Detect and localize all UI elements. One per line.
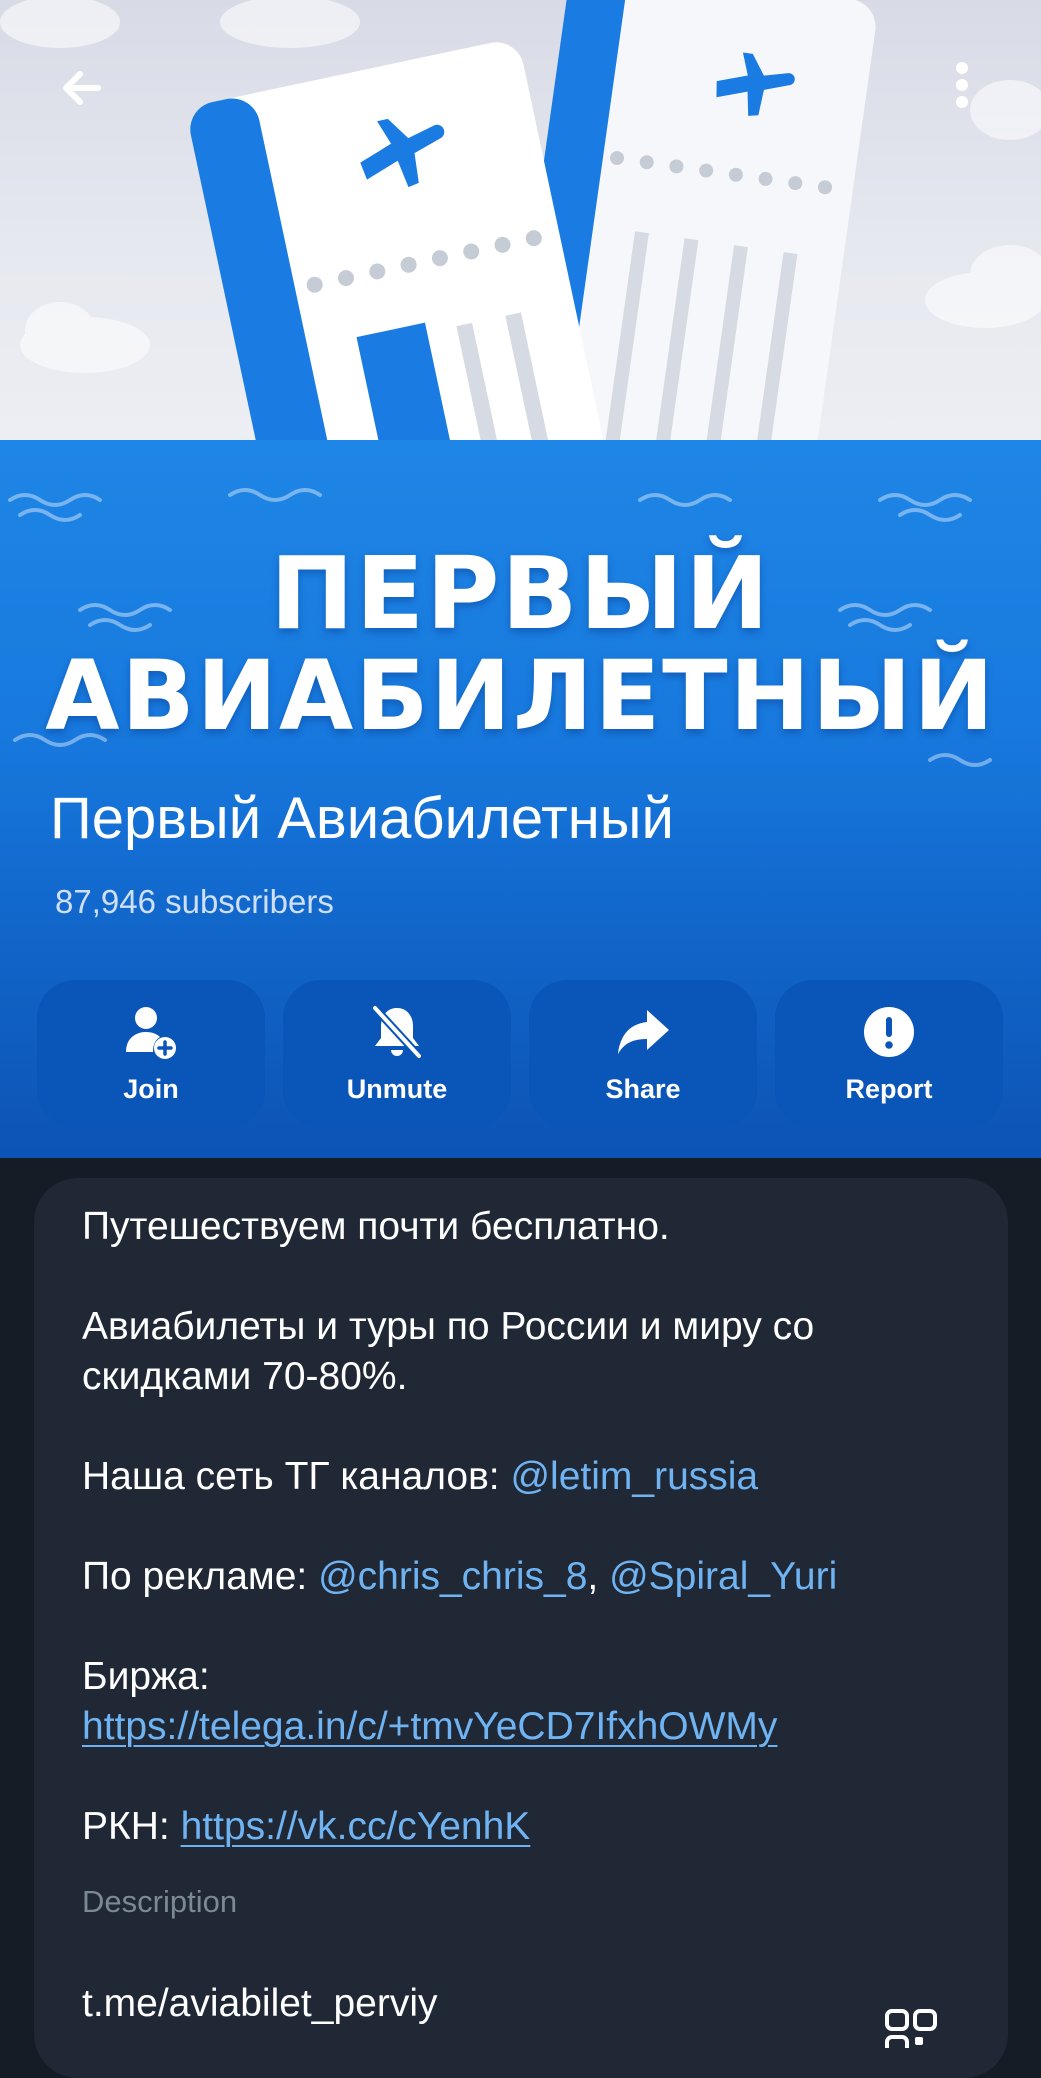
description-line: Путешествуем почти бесплатно. (82, 1205, 670, 1248)
description-caption: Description (82, 1884, 238, 1919)
channel-title: Первый Авиабилетный (50, 786, 674, 851)
description-line: Авиабилеты и туры по России и миру со ск… (82, 1305, 815, 1398)
qr-code-icon (885, 2009, 937, 2057)
description-network: Наша сеть ТГ каналов: @letim_russia (82, 1452, 962, 1502)
report-label: Report (845, 1074, 933, 1104)
action-bar: Join Unmute Share Report (37, 980, 1004, 1128)
description-ads: По рекламе: @chris_chris_8, @Spiral_Yuri (82, 1552, 962, 1602)
exclamation-circle-icon (864, 1007, 914, 1057)
share-label: Share (605, 1074, 681, 1104)
arrow-left-icon (63, 71, 101, 105)
qr-code-button[interactable] (884, 2008, 938, 2057)
rkn-link[interactable]: https://vk.cc/cYenhK (181, 1805, 531, 1848)
join-label: Join (123, 1074, 179, 1104)
ads-separator: , (587, 1555, 610, 1598)
share-arrow-icon (618, 1010, 669, 1054)
network-prefix: Наша сеть ТГ каналов: (82, 1455, 511, 1498)
add-user-icon (126, 1007, 176, 1059)
back-button[interactable] (44, 54, 114, 124)
exchange-link[interactable]: https://telega.in/c/+tmvYeCD7IfxhOWMy (82, 1705, 777, 1748)
report-button[interactable]: Report (775, 980, 1003, 1128)
network-link[interactable]: @letim_russia (510, 1455, 758, 1498)
channel-header: ПЕРВЫЙ АВИАБИЛЕТНЫЙ Первый Авиабилетный … (0, 0, 1041, 1158)
more-options-button[interactable] (944, 54, 984, 124)
ads-link-spiral[interactable]: @Spiral_Yuri (609, 1555, 837, 1598)
join-button[interactable]: Join (37, 980, 265, 1128)
unmute-button[interactable]: Unmute (283, 980, 511, 1128)
description-exchange: Биржа: https://telega.in/c/+tmvYeCD7IfxhO… (82, 1652, 962, 1752)
channel-description: Путешествуем почти бесплатно. Авиабилеты… (82, 1202, 962, 1902)
unmute-label: Unmute (346, 1074, 448, 1104)
exchange-label: Биржа: (82, 1655, 210, 1698)
channel-link[interactable]: t.me/aviabilet_perviy (82, 1982, 438, 2026)
more-vertical-icon (956, 62, 968, 108)
subscriber-count: 87,946 subscribers (55, 883, 334, 920)
rkn-prefix: РКН: (82, 1805, 181, 1848)
ads-link-chris[interactable]: @chris_chris_8 (318, 1555, 587, 1598)
share-button[interactable]: Share (529, 980, 757, 1128)
ads-prefix: По рекламе: (82, 1555, 319, 1598)
bell-off-icon (371, 1004, 423, 1060)
description-rkn: РКН: https://vk.cc/cYenhK (82, 1802, 962, 1852)
banner-title-line1: ПЕРВЫЙ (270, 535, 771, 652)
banner-title-line2: АВИАБИЛЕТНЫЙ (45, 640, 996, 752)
